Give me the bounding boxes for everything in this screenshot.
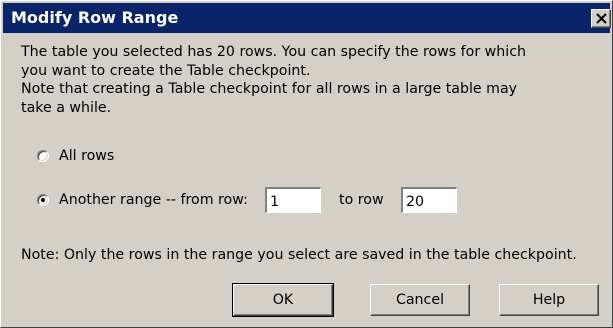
ok-button[interactable]: OK	[232, 283, 334, 317]
cancel-button[interactable]: Cancel	[370, 284, 470, 316]
close-icon	[596, 13, 607, 24]
to-row-input[interactable]	[401, 187, 457, 213]
description-line: take a while.	[21, 99, 112, 116]
all-rows-option[interactable]: All rows	[37, 148, 114, 164]
description-line: you want to create the Table checkpoint.	[21, 62, 311, 79]
from-row-input[interactable]	[265, 187, 321, 213]
all-rows-label: All rows	[59, 148, 115, 164]
help-button[interactable]: Help	[499, 284, 599, 316]
description-line: Note that creating a Table checkpoint fo…	[21, 81, 518, 97]
another-range-label: Another range -- from row:	[59, 192, 248, 208]
title-bar[interactable]: Modify Row Range	[3, 3, 611, 33]
dialog-title: Modify Row Range	[11, 8, 179, 27]
another-range-option[interactable]: Another range -- from row:	[37, 192, 248, 208]
to-row-label: to row	[339, 192, 384, 208]
description-line: The table you selected has 20 rows. You …	[21, 44, 527, 60]
note-text: Note: Only the rows in the range you sel…	[21, 247, 577, 263]
close-button[interactable]	[591, 9, 611, 28]
modify-row-range-dialog: Modify Row Range The table you selected …	[0, 0, 613, 328]
all-rows-radio[interactable]	[37, 150, 49, 162]
another-range-radio[interactable]	[37, 194, 49, 206]
description-text: The table you selected has 20 rows. You …	[21, 43, 606, 117]
